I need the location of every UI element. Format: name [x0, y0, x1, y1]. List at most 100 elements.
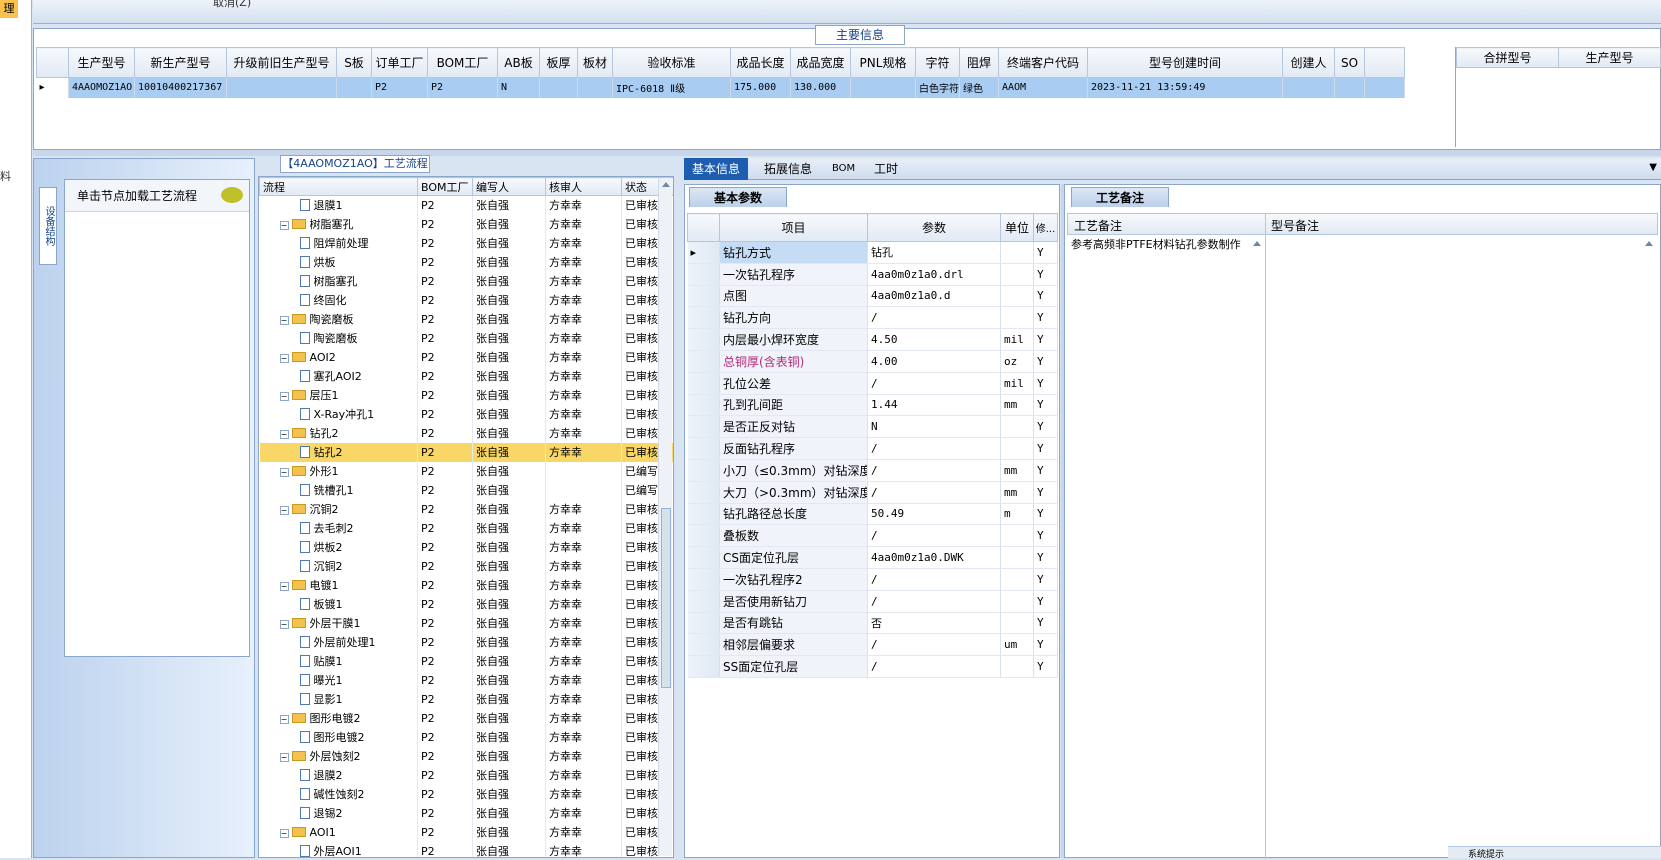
- row-pointer-icon[interactable]: [687, 415, 720, 439]
- main-col-header[interactable]: 板材: [577, 47, 613, 78]
- tree-row[interactable]: 外层AOI1 P2 张自强 方幸幸 已审核: [259, 841, 673, 857]
- row-pointer-icon[interactable]: [687, 546, 720, 569]
- main-cell[interactable]: [539, 77, 578, 98]
- param-row[interactable]: 反面钻孔程序 / Y: [687, 437, 1058, 460]
- main-cell[interactable]: P2: [371, 77, 428, 98]
- main-col-header[interactable]: 型号创建时间: [1087, 47, 1283, 78]
- row-pointer-icon[interactable]: [687, 328, 720, 351]
- main-col-header[interactable]: 生产型号: [68, 47, 135, 78]
- tree-row[interactable]: 终固化 P2 张自强 方幸幸 已审核: [259, 290, 673, 310]
- scroll-thumb[interactable]: [661, 508, 671, 688]
- main-cell[interactable]: 绿色: [959, 77, 999, 98]
- param-value[interactable]: /: [867, 306, 1001, 330]
- main-cell[interactable]: 4AAOMOZ1AO: [68, 77, 135, 98]
- params-col-value[interactable]: 参数: [867, 213, 1001, 242]
- params-col-item[interactable]: 项目: [719, 213, 868, 242]
- tree-row[interactable]: 阻焊前处理 P2 张自强 方幸幸 已审核: [259, 233, 673, 253]
- tree-row[interactable]: 塞孔AOI2 P2 张自强 方幸幸 已审核: [259, 366, 673, 386]
- main-col-header[interactable]: 新生产型号: [134, 47, 227, 78]
- param-value[interactable]: /: [867, 524, 1001, 548]
- param-row[interactable]: 孔位公差 / mil Y: [687, 372, 1058, 395]
- param-row[interactable]: 孔到孔间距 1.44 mm Y: [687, 394, 1058, 417]
- scroll-up-icon[interactable]: [1253, 241, 1261, 246]
- param-row[interactable]: CS面定位孔层 4aa0m0z1a0.DWK Y: [687, 546, 1058, 569]
- row-pointer-icon[interactable]: [687, 306, 720, 330]
- row-pointer-icon[interactable]: [687, 503, 720, 526]
- param-value[interactable]: 50.49: [867, 503, 1001, 526]
- param-row[interactable]: 内层最小焊环宽度 4.50 mil Y: [687, 328, 1058, 351]
- horizontal-splitter[interactable]: [33, 150, 1661, 156]
- tree-row[interactable]: 曝光1 P2 张自强 方幸幸 已审核: [259, 670, 673, 690]
- tree-row[interactable]: 外层前处理1 P2 张自强 方幸幸 已审核: [259, 632, 673, 652]
- param-value[interactable]: /: [867, 568, 1001, 591]
- param-row[interactable]: 大刀（>0.3mm）对钻深度 / mm Y: [687, 481, 1058, 504]
- row-pointer-icon[interactable]: [687, 612, 720, 635]
- main-cell[interactable]: [1334, 77, 1365, 98]
- main-info-row[interactable]: ▸ 4AAOMOZ1AO 10010400217367 P2 P2 N IPC-6018 …: [36, 77, 1405, 98]
- tree-row[interactable]: 贴膜1 P2 张自强 方幸幸 已审核: [259, 651, 673, 671]
- param-row[interactable]: 相邻层偏要求 / um Y: [687, 633, 1058, 657]
- row-pointer-icon[interactable]: [687, 655, 720, 678]
- tree-row[interactable]: 铣槽孔1 P2 张自强 已编写: [259, 480, 673, 500]
- param-value[interactable]: 4aa0m0z1a0.d: [867, 285, 1001, 308]
- tab-bom[interactable]: BOM: [824, 158, 863, 180]
- scroll-up-icon[interactable]: [662, 182, 670, 187]
- main-col-header[interactable]: 终端客户代码: [998, 47, 1088, 78]
- param-value[interactable]: /: [867, 372, 1001, 395]
- tab-basic-info[interactable]: 基本信息: [684, 158, 749, 180]
- row-pointer-icon[interactable]: [687, 568, 720, 591]
- tree-row[interactable]: − 外层干膜1 P2 张自强 方幸幸 已审核: [259, 613, 673, 633]
- main-cell[interactable]: [226, 77, 337, 98]
- row-pointer-icon[interactable]: [687, 459, 720, 482]
- tree-scrollbar[interactable]: [658, 178, 672, 856]
- row-pointer-icon[interactable]: [687, 350, 720, 373]
- row-pointer-icon[interactable]: [687, 263, 720, 286]
- collapse-icon[interactable]: −: [279, 715, 289, 724]
- param-row[interactable]: SS面定位孔层 / Y: [687, 655, 1058, 678]
- collapse-icon[interactable]: −: [279, 828, 289, 838]
- row-pointer-icon[interactable]: [687, 481, 720, 504]
- basic-params-tab[interactable]: 基本参数: [689, 187, 787, 207]
- row-selector-header[interactable]: [687, 213, 720, 242]
- main-cell[interactable]: [850, 77, 916, 98]
- param-value[interactable]: 4.00: [867, 350, 1001, 373]
- param-row[interactable]: ▸ 钻孔方式 钻孔 Y: [687, 241, 1058, 264]
- collapse-icon[interactable]: −: [279, 753, 289, 762]
- param-row[interactable]: 小刀（≤0.3mm）对钻深度 / mm Y: [687, 459, 1058, 482]
- main-cell[interactable]: 2023-11-21 13:59:49: [1087, 77, 1283, 98]
- main-cell[interactable]: [577, 77, 613, 98]
- param-value[interactable]: /: [867, 459, 1001, 482]
- main-col-header[interactable]: 验收标准: [612, 47, 731, 78]
- param-row[interactable]: 叠板数 / Y: [687, 524, 1058, 548]
- main-cell[interactable]: P2: [427, 77, 498, 98]
- merge-col-header[interactable]: 生产型号: [1558, 47, 1661, 68]
- scroll-up-icon[interactable]: [1645, 241, 1653, 246]
- tree-row[interactable]: 树脂塞孔 P2 张自强 方幸幸 已审核: [259, 271, 673, 291]
- main-col-header[interactable]: 板厚: [539, 47, 578, 78]
- param-row[interactable]: 是否有跳钻否 Y: [687, 612, 1058, 635]
- param-value[interactable]: 4.50: [867, 328, 1001, 351]
- nav-selected-item[interactable]: 理: [0, 0, 18, 18]
- param-value[interactable]: /: [867, 437, 1001, 460]
- tree-row[interactable]: − 外层蚀刻2 P2 张自强 方幸幸 已审核: [259, 746, 673, 766]
- param-value[interactable]: /: [867, 590, 1001, 613]
- param-row[interactable]: 钻孔方向 / Y: [687, 306, 1058, 330]
- collapse-icon[interactable]: −: [279, 392, 289, 401]
- main-cell[interactable]: 175.000: [730, 77, 791, 98]
- main-col-header[interactable]: 阻焊: [959, 47, 999, 78]
- main-cell[interactable]: [1282, 77, 1335, 98]
- row-pointer-icon[interactable]: [687, 633, 720, 657]
- tree-row[interactable]: 图形电镀2 P2 张自强 方幸幸 已审核: [259, 727, 673, 747]
- row-pointer-icon[interactable]: ▸: [687, 241, 720, 264]
- main-col-header[interactable]: AB板: [497, 47, 540, 78]
- collapse-icon[interactable]: −: [279, 620, 289, 629]
- tree-col-header[interactable]: 编写人: [472, 177, 546, 196]
- process-remark-text[interactable]: 参考高频非PTFE材料钻孔参数制作: [1071, 239, 1251, 251]
- tree-row[interactable]: 烘板 P2 张自强 方幸幸 已审核: [259, 252, 673, 272]
- main-col-header[interactable]: 创建人: [1282, 47, 1335, 78]
- main-col-header[interactable]: 升级前旧生产型号: [226, 47, 337, 78]
- tree-row[interactable]: 烘板2 P2 张自强 方幸幸 已审核: [259, 537, 673, 557]
- tree-row[interactable]: 退膜1 P2 张自强 方幸幸 已审核: [259, 195, 673, 215]
- tree-row[interactable]: − 陶瓷磨板 P2 张自强 方幸幸 已审核: [259, 309, 673, 329]
- row-pointer-icon[interactable]: [687, 285, 720, 308]
